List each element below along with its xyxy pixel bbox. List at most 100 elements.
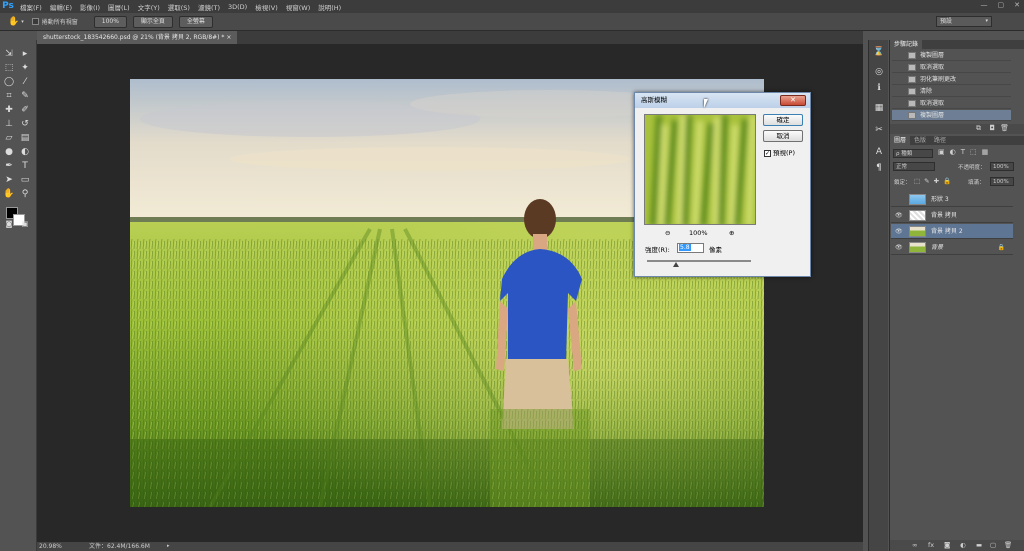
move-tool-icon[interactable]: ⇲ — [3, 48, 15, 60]
radius-slider-thumb[interactable] — [673, 262, 679, 267]
status-zoom[interactable]: 20.98% — [39, 542, 62, 551]
blur-tool-icon[interactable]: ● — [3, 146, 15, 158]
healing-tool-icon[interactable]: ✚ — [3, 104, 15, 116]
tab-channels[interactable]: 色版 — [910, 136, 930, 145]
adjustment-layer-icon[interactable]: ◐ — [960, 540, 966, 551]
tab-history[interactable]: 步驟記錄 — [890, 40, 923, 49]
layer-style-icon[interactable]: fx — [928, 540, 934, 551]
menu-view[interactable]: 檢視(V) — [251, 2, 282, 12]
filter-icons[interactable]: ▣◐T⬚▦ — [938, 148, 993, 156]
history-item-selected[interactable]: 複製圖層 — [892, 110, 1011, 121]
blur-preview[interactable] — [644, 114, 756, 225]
path-selection-tool-icon[interactable]: ➤ — [3, 174, 15, 186]
hand-tool-icon[interactable]: ✋ — [8, 17, 19, 27]
pen-tool-icon[interactable]: ✒ — [3, 160, 15, 172]
dodge-tool-icon[interactable]: ◐ — [19, 146, 31, 158]
menu-layer[interactable]: 圖層(L) — [104, 2, 134, 12]
add-mask-icon[interactable]: ◙ — [944, 540, 950, 551]
color-panel-icon[interactable]: ◎ — [873, 66, 885, 78]
new-snapshot-icon[interactable]: ◘ — [989, 124, 995, 132]
crop-tool-icon[interactable]: ⌗ — [3, 90, 15, 102]
screen-mode-icon[interactable]: ▣ — [19, 218, 31, 230]
type-tool-icon[interactable]: T — [19, 160, 31, 172]
tools-presets-icon[interactable]: ✂ — [873, 124, 885, 136]
lock-icons[interactable]: ⬚✎✚🔒 — [914, 177, 955, 185]
maximize-button[interactable]: ▢ — [998, 1, 1005, 9]
menu-file[interactable]: 檔案(F) — [16, 2, 46, 12]
new-layer-icon[interactable]: ▢ — [990, 540, 996, 551]
menu-window[interactable]: 視窗(W) — [282, 2, 315, 12]
shape-tool-icon[interactable]: ▭ — [19, 174, 31, 186]
zoom-100-button[interactable]: 100% — [93, 15, 127, 28]
close-window-button[interactable]: ✕ — [1014, 1, 1020, 9]
history-item[interactable]: 取消選取 — [892, 98, 1011, 109]
eraser-tool-icon[interactable]: ▱ — [3, 132, 15, 144]
tool-preset-chevron-icon[interactable]: ▾ — [21, 19, 24, 25]
brush-tool-icon[interactable]: ✐ — [19, 104, 31, 116]
dialog-title-bar[interactable]: 高斯模糊 ✕ — [635, 93, 810, 108]
magic-wand-tool-icon[interactable]: ✦ — [19, 62, 31, 74]
marquee-tool-icon[interactable]: ⬚ — [3, 62, 15, 74]
new-document-from-state-icon[interactable]: ⧉ — [976, 124, 981, 133]
artboard-tool-icon[interactable]: ▸ — [19, 48, 31, 60]
minimize-button[interactable]: — — [981, 1, 988, 9]
radius-input[interactable]: 5.8 — [677, 243, 704, 253]
character-panel-icon[interactable]: A — [873, 146, 885, 158]
zoom-out-icon[interactable]: ⊖ — [665, 229, 670, 237]
history-item[interactable]: 清除 — [892, 86, 1011, 97]
history-panel-icon[interactable]: ⌛ — [873, 46, 885, 58]
eye-icon[interactable]: 👁 — [895, 244, 903, 251]
menu-help[interactable]: 說明(H) — [314, 2, 345, 12]
menu-3d[interactable]: 3D(D) — [224, 3, 251, 11]
ok-button[interactable]: 確定 — [763, 114, 803, 126]
layer-row[interactable]: 👁 背景 拷貝 — [891, 208, 1013, 223]
menu-filter[interactable]: 濾鏡(T) — [194, 2, 224, 12]
blend-mode-select[interactable]: 正常 — [893, 162, 935, 171]
lasso-tool-icon[interactable]: ◯ — [3, 76, 15, 88]
menu-image[interactable]: 影像(I) — [76, 2, 104, 12]
history-brush-tool-icon[interactable]: ↺ — [19, 118, 31, 130]
link-layers-icon[interactable]: ∞ — [912, 540, 917, 551]
cancel-button[interactable]: 取消 — [763, 130, 803, 142]
preview-checkbox[interactable]: ✓ 預視(P) — [764, 147, 795, 157]
delete-layer-icon[interactable]: 🗑 — [1004, 540, 1012, 551]
fill-input[interactable]: 100% — [990, 177, 1014, 186]
eye-icon[interactable]: 👁 — [895, 228, 903, 235]
layer-row[interactable]: 形狀 3 — [891, 192, 1013, 207]
zoom-tool-icon[interactable]: ⚲ — [19, 188, 31, 200]
hand-tool-panel-icon[interactable]: ✋ — [3, 188, 15, 200]
tab-paths[interactable]: 路徑 — [930, 136, 950, 145]
eyedropper-tool-icon[interactable]: ⁄ — [19, 76, 31, 88]
scroll-all-checkbox[interactable] — [31, 18, 39, 25]
paragraph-panel-icon[interactable]: ¶ — [873, 162, 885, 174]
clone-stamp-tool-icon[interactable]: ⊥ — [3, 118, 15, 130]
layer-kind-filter[interactable]: ρ 種類 — [893, 149, 933, 158]
history-item[interactable]: 取消選取 — [892, 62, 1011, 73]
dialog-close-button[interactable]: ✕ — [780, 95, 806, 106]
fit-screen-button[interactable]: 顯示全頁 — [132, 15, 173, 28]
tab-layers[interactable]: 圖層 — [890, 136, 911, 145]
trash-icon[interactable]: 🗑 — [1000, 124, 1009, 132]
document-tab[interactable]: shutterstock_183542660.psd @ 21% (背景 拷貝 … — [37, 31, 238, 44]
info-panel-icon[interactable]: ℹ — [873, 82, 885, 94]
zoom-in-icon[interactable]: ⊕ — [729, 229, 734, 237]
preview-check-box[interactable]: ✓ — [764, 149, 771, 157]
ruler-tool-icon[interactable]: ✎ — [19, 90, 31, 102]
workspace-select[interactable]: 預設 ▾ — [936, 16, 992, 27]
menu-edit[interactable]: 編輯(E) — [46, 2, 76, 12]
history-item[interactable]: 羽化筆刷更改 — [892, 74, 1011, 85]
menu-select[interactable]: 選取(S) — [164, 2, 194, 12]
gradient-tool-icon[interactable]: ▤ — [19, 132, 31, 144]
adjustments-panel-icon[interactable]: ▦ — [873, 102, 885, 114]
menu-type[interactable]: 文字(Y) — [134, 2, 164, 12]
layer-row-selected[interactable]: 👁 背景 拷貝 2 — [891, 224, 1013, 239]
status-menu-arrow-icon[interactable]: ▸ — [167, 542, 170, 551]
layer-row[interactable]: 👁 背景 🔒 — [891, 240, 1013, 255]
new-group-icon[interactable]: ▬ — [976, 540, 982, 551]
fill-screen-button[interactable]: 全螢幕 — [178, 15, 213, 28]
eye-icon[interactable]: 👁 — [895, 212, 903, 219]
quick-mask-icon[interactable]: ◙ — [3, 218, 15, 230]
radius-slider-track[interactable] — [647, 260, 751, 262]
history-item[interactable]: 複製圖層 — [892, 50, 1011, 61]
opacity-input[interactable]: 100% — [990, 162, 1014, 171]
